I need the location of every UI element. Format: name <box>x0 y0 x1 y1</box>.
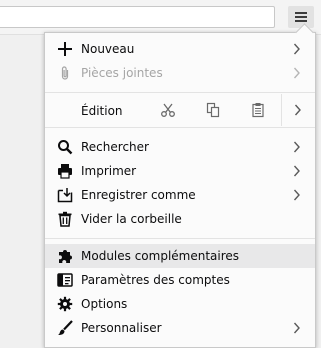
chevron-right-icon <box>293 322 300 334</box>
account-icon <box>57 273 73 287</box>
trash-icon <box>58 211 72 227</box>
menu-separator <box>45 92 315 93</box>
menu-item-label: Édition <box>81 104 123 118</box>
search-input[interactable] <box>0 6 275 28</box>
menu-separator <box>45 127 315 128</box>
menu-item-label: Pièces jointes <box>81 66 163 80</box>
cut-button[interactable] <box>153 94 183 126</box>
printer-icon <box>58 164 72 179</box>
paste-button[interactable] <box>243 94 273 126</box>
plus-icon <box>58 42 72 56</box>
menu-item-empty-trash[interactable]: Vider la corbeille <box>45 207 315 231</box>
copy-button[interactable] <box>198 94 228 126</box>
app-menu-panel: Nouveau Pièces jointes Édition Recherche… <box>44 23 316 348</box>
save-icon <box>57 188 73 203</box>
app-menu-button[interactable] <box>288 6 314 28</box>
menu-item-account-settings[interactable]: Paramètres des comptes <box>45 268 315 292</box>
edit-submenu-button[interactable] <box>281 94 316 126</box>
hamburger-icon <box>295 12 307 22</box>
paperclip-icon <box>61 66 69 80</box>
menu-item-label: Vider la corbeille <box>81 212 182 226</box>
puzzle-icon <box>59 250 72 263</box>
menu-item-label: Rechercher <box>81 140 149 154</box>
chevron-right-icon <box>293 165 300 177</box>
scissors-icon <box>161 103 175 117</box>
copy-icon <box>206 102 220 118</box>
menu-item-customize[interactable]: Personnaliser <box>45 316 315 340</box>
brush-icon <box>58 320 73 335</box>
menu-item-search[interactable]: Rechercher <box>45 135 315 159</box>
menu-item-label: Options <box>81 297 128 311</box>
magnifier-icon <box>58 140 73 155</box>
menu-item-label: Paramètres des comptes <box>81 273 230 287</box>
menu-item-edit: Édition <box>45 94 315 126</box>
menu-item-print[interactable]: Imprimer <box>45 159 315 183</box>
chevron-right-icon <box>293 67 300 79</box>
menu-item-save-as[interactable]: Enregistrer comme <box>45 183 315 207</box>
menu-item-attachments: Pièces jointes <box>45 61 315 85</box>
menu-item-new[interactable]: Nouveau <box>45 37 315 61</box>
chevron-right-icon <box>293 141 300 153</box>
toolbar <box>0 0 321 35</box>
menu-item-label: Personnaliser <box>81 321 162 335</box>
chevron-right-icon <box>294 104 301 116</box>
menu-item-addons[interactable]: Modules complémentaires <box>45 244 315 268</box>
menu-item-options[interactable]: Options <box>45 292 315 316</box>
chevron-right-icon <box>293 189 300 201</box>
gear-icon <box>57 296 73 312</box>
menu-item-label: Enregistrer comme <box>81 188 196 202</box>
menu-item-label: Imprimer <box>81 164 137 178</box>
menu-item-label: Nouveau <box>81 42 135 56</box>
clipboard-icon <box>252 103 264 118</box>
menu-item-label: Modules complémentaires <box>81 249 240 263</box>
menu-separator <box>45 238 315 239</box>
chevron-right-icon <box>293 43 300 55</box>
